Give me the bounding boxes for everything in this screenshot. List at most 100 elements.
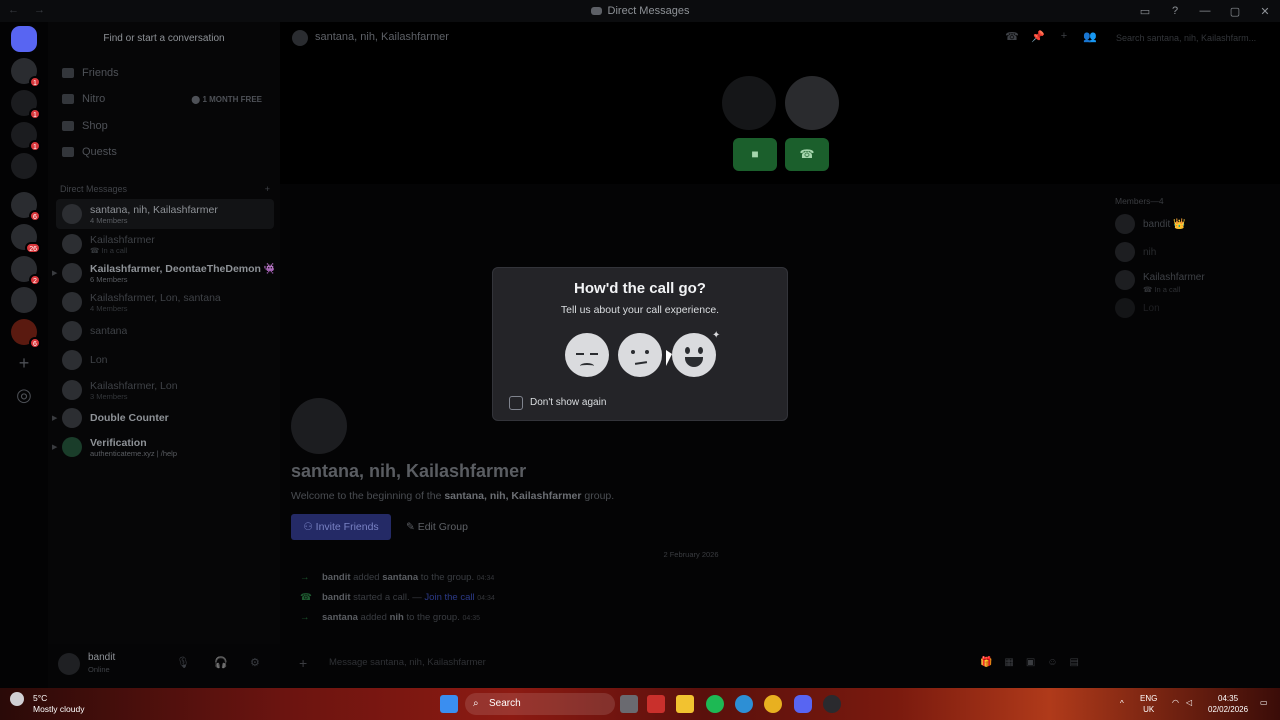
- message-time: 04:35: [462, 615, 481, 622]
- discord-taskbar-icon[interactable]: [794, 695, 812, 713]
- happy-face-icon[interactable]: [672, 333, 716, 377]
- member-item[interactable]: bandit 👑: [1115, 212, 1275, 236]
- nav-friends[interactable]: Friends: [56, 60, 272, 86]
- minimize-button[interactable]: —: [1190, 5, 1220, 17]
- apps-icon[interactable]: ▤: [1070, 650, 1079, 676]
- server-badge: 6: [29, 337, 41, 349]
- server-icon[interactable]: 1: [11, 122, 41, 152]
- weather-temp[interactable]: 5°C: [33, 693, 47, 703]
- server-icon[interactable]: 1: [11, 58, 41, 88]
- pin-icon[interactable]: 📌: [1030, 30, 1046, 46]
- server-icon[interactable]: [11, 153, 37, 179]
- channel-header: santana, nih, Kailashfarmer ☎ 📌 + 👥 Sear…: [280, 22, 1280, 54]
- dm-item[interactable]: santana: [56, 316, 274, 346]
- headphones-icon[interactable]: 🎧: [214, 656, 228, 669]
- server-icon[interactable]: 2: [11, 256, 41, 286]
- member-item[interactable]: nih: [1115, 240, 1275, 264]
- dm-item[interactable]: santana, nih, Kailashfarmer 4 Members: [56, 199, 274, 229]
- nav-nitro[interactable]: Nitro ⬤ 1 MONTH FREE: [56, 86, 272, 112]
- server-icon[interactable]: [11, 287, 37, 313]
- dm-section-header: Direct Messages +: [60, 184, 270, 194]
- dm-item[interactable]: ▶ Kailashfarmer, DeontaeTheDemon 👾 ... 6 M…: [52, 258, 274, 288]
- add-member-icon[interactable]: +: [1056, 30, 1072, 46]
- dm-name: Kailashfarmer, DeontaeTheDemon 👾 ...: [90, 263, 274, 275]
- weather-icon[interactable]: [10, 692, 24, 706]
- server-icon[interactable]: 1: [11, 90, 41, 120]
- chevron-up-icon[interactable]: ^: [1120, 698, 1124, 709]
- weather-desc[interactable]: Mostly cloudy: [33, 704, 85, 714]
- attach-icon[interactable]: +: [299, 650, 307, 676]
- spotify-icon[interactable]: [706, 695, 724, 713]
- clock[interactable]: 04:35 02/02/2026: [1208, 693, 1248, 715]
- file-explorer-icon[interactable]: [676, 695, 694, 713]
- server-icon[interactable]: 6: [11, 319, 41, 349]
- clock-time: 04:35: [1218, 694, 1239, 703]
- chrome-icon[interactable]: [764, 695, 782, 713]
- member-item[interactable]: Lon: [1115, 296, 1275, 320]
- nav-shop[interactable]: Shop: [56, 113, 272, 139]
- server-icon[interactable]: 26: [11, 224, 41, 254]
- message-target[interactable]: santana: [382, 572, 418, 583]
- language-indicator[interactable]: ENG UK: [1140, 693, 1157, 715]
- wifi-icon[interactable]: ◠: [1172, 697, 1179, 708]
- gift-icon[interactable]: 🎁: [980, 650, 992, 676]
- dm-item[interactable]: Kailashfarmer ☎ In a call: [56, 229, 274, 259]
- message-actor[interactable]: bandit: [322, 592, 351, 603]
- gif-icon[interactable]: ▦: [1004, 650, 1013, 676]
- dm-item[interactable]: Kailashfarmer, Lon 3 Members: [56, 375, 274, 405]
- sad-face-icon[interactable]: [565, 333, 609, 377]
- edit-group-button[interactable]: ✎ Edit Group: [406, 514, 476, 540]
- discord-icon: [590, 7, 602, 16]
- message-input[interactable]: + Message santana, nih, Kailashfarmer 🎁 …: [291, 650, 1091, 676]
- edge-icon[interactable]: [735, 695, 753, 713]
- add-server-icon[interactable]: +: [11, 350, 37, 376]
- close-button[interactable]: ✕: [1250, 5, 1280, 18]
- voice-call-button[interactable]: ☎: [785, 138, 829, 171]
- inbox-icon[interactable]: ▭: [1130, 5, 1160, 18]
- settings-icon[interactable]: ⚙: [250, 656, 260, 669]
- find-conversation-input[interactable]: Find or start a conversation: [56, 28, 272, 50]
- member-item[interactable]: Kailashfarmer ☎ In a call: [1115, 268, 1275, 294]
- dm-item[interactable]: Kailashfarmer, Lon, santana 4 Members: [56, 287, 274, 317]
- help-icon[interactable]: ?: [1160, 5, 1190, 17]
- invite-friends-button[interactable]: ⚇ Invite Friends: [291, 514, 391, 540]
- app-icon[interactable]: [647, 695, 665, 713]
- message-tail: to the group.: [406, 612, 460, 623]
- notification-icon[interactable]: ▭: [1260, 697, 1268, 708]
- search-input[interactable]: Search santana, nih, Kailashfarm...: [1112, 28, 1272, 48]
- task-view-icon[interactable]: [620, 695, 638, 713]
- dm-item[interactable]: ▶ Verification authenticateme.xyz | /help: [52, 432, 274, 462]
- nav-quests[interactable]: Quests: [56, 139, 272, 165]
- emoji-icon[interactable]: ☺: [1047, 650, 1057, 676]
- server-icon[interactable]: 6: [11, 192, 41, 222]
- member-name: Lon: [1143, 302, 1160, 314]
- members-icon[interactable]: 👥: [1082, 30, 1098, 46]
- checkbox-label[interactable]: Don't show again: [530, 397, 606, 408]
- pencil-icon: ✎: [406, 521, 418, 533]
- message-actor[interactable]: bandit: [322, 572, 351, 583]
- dont-show-checkbox[interactable]: [509, 396, 523, 410]
- microphone-icon[interactable]: 🎙: [176, 656, 190, 669]
- neutral-face-icon[interactable]: [618, 333, 662, 377]
- server-badge: 1: [29, 76, 41, 88]
- message-target[interactable]: nih: [390, 612, 404, 623]
- avatar: [62, 437, 82, 457]
- nav-label: Nitro: [82, 93, 106, 105]
- add-dm-icon[interactable]: +: [265, 184, 270, 194]
- explore-icon[interactable]: ◎: [11, 382, 37, 408]
- home-button[interactable]: [11, 26, 37, 52]
- maximize-button[interactable]: ▢: [1220, 5, 1250, 18]
- avatar[interactable]: [58, 653, 80, 675]
- sticker-icon[interactable]: ▣: [1026, 650, 1035, 676]
- steam-icon[interactable]: [823, 695, 841, 713]
- call-area: ■ ☎: [280, 54, 1280, 184]
- video-call-button[interactable]: ■: [733, 138, 777, 171]
- dm-item[interactable]: Lon: [56, 345, 274, 375]
- taskbar-search[interactable]: ⌕ Search: [465, 693, 615, 715]
- start-icon[interactable]: [440, 695, 458, 713]
- dm-item[interactable]: ▶ Double Counter: [52, 403, 274, 433]
- volume-icon[interactable]: ◁: [1186, 697, 1192, 708]
- join-call-link[interactable]: Join the call: [424, 592, 474, 603]
- message-actor[interactable]: santana: [322, 612, 358, 623]
- call-icon[interactable]: ☎: [1004, 30, 1020, 46]
